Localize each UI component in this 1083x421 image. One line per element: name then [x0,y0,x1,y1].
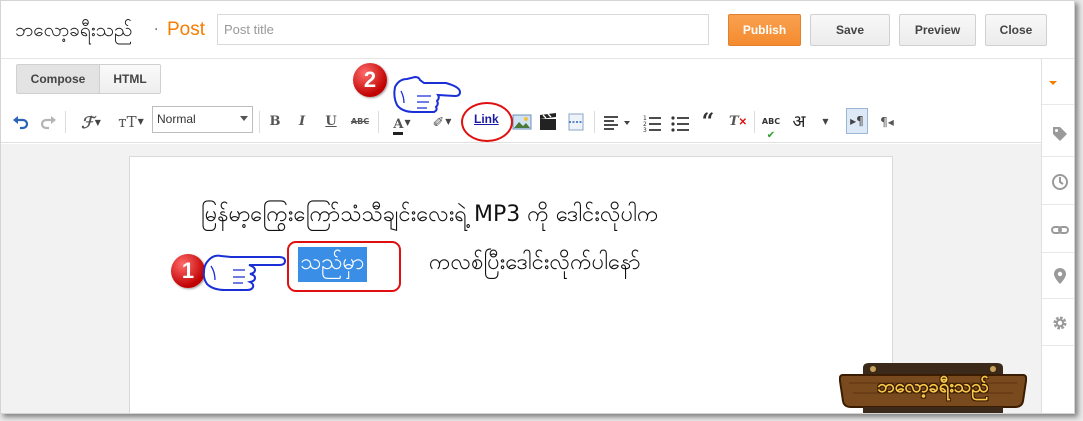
italic-icon[interactable]: I [293,111,311,133]
blogger-post-editor: ဘလော့ခရီးသည် · Post Publish Save Preview… [0,0,1075,414]
pointing-hand-icon [393,75,462,113]
sidebar-item-schedule[interactable] [1042,159,1074,205]
sidebar-item-labels[interactable] [1042,111,1074,157]
undo-icon[interactable] [11,111,31,133]
jump-break-icon[interactable] [566,111,586,133]
publish-button[interactable]: Publish [728,14,801,46]
tab-html[interactable]: HTML [100,65,160,93]
step-marker-2: 2 [353,63,387,97]
gear-icon [1053,316,1067,330]
link-icon [1051,226,1069,234]
image-icon[interactable] [512,111,532,133]
step-marker-1: 1 [171,254,205,288]
post-body-line-1: မြန်မာ့ကြွေးကြော်သံသီချင်းလေးရဲ့ MP3 ကို… [201,202,659,227]
save-button[interactable]: Save [810,14,890,46]
logo-text: ဘလော့ခရီးသည် [877,376,989,397]
sidebar-item-location[interactable] [1042,253,1074,299]
chevron-down-icon [240,116,248,121]
post-settings-arrow-icon [1049,81,1057,85]
clock-icon [1052,174,1068,190]
bullet-list-icon[interactable] [670,111,690,133]
toolbar-divider [754,111,755,133]
post-settings-sidebar [1041,59,1074,413]
tab-compose[interactable]: Compose [17,65,100,93]
post-label: Post [167,19,206,40]
blog-logo: ဘလော့ခရီးသည် [839,361,1027,413]
font-size-value: Normal [157,112,196,126]
redo-icon[interactable] [38,111,58,133]
location-icon [1054,268,1066,284]
sidebar-item-post-settings[interactable] [1042,59,1074,105]
font-size-select[interactable]: Normal [152,106,253,133]
rtl-icon[interactable]: ¶◂ [877,111,897,133]
transliteration-icon[interactable]: अ [788,111,810,133]
align-icon[interactable] [602,111,634,133]
close-button[interactable]: Close [985,14,1047,46]
numbered-list-icon[interactable]: 123 [642,111,662,133]
toolbar-divider [378,111,379,133]
font-family-icon[interactable]: ℱ▼ [73,111,109,133]
post-body-line-2: ကလစ်ပြီးဒေါင်းလိုက်ပါနော် [429,250,641,275]
label-icon [1053,127,1067,141]
editor-mode-tabs: Compose HTML [16,64,161,94]
toolbar-divider [259,111,260,133]
text-size-icon[interactable]: ᴛT▼ [113,111,149,133]
pointing-hand-icon [203,254,287,291]
toolbar-divider [594,111,595,133]
title-separator: · [154,22,159,38]
strikethrough-icon[interactable]: ABC [349,111,371,133]
video-icon[interactable] [538,111,558,133]
underline-icon[interactable]: U [322,111,340,133]
sidebar-item-permalink[interactable] [1042,207,1074,253]
bold-icon[interactable]: B [266,111,284,133]
sidebar-item-options[interactable] [1042,300,1074,346]
link-highlight-circle [461,102,513,142]
spellcheck-icon[interactable]: ABC ✔ [760,111,782,141]
blog-name[interactable]: ဘလော့ခရီးသည် [15,18,132,46]
transliteration-menu-icon[interactable]: ▼ [818,111,832,133]
ltr-icon[interactable]: ▸¶ [846,108,868,134]
editor-header: ဘလော့ခရီးသည် · Post Publish Save Preview… [1,1,1074,59]
preview-button[interactable]: Preview [899,14,976,46]
quote-icon[interactable]: “ [698,111,718,133]
post-title-input[interactable] [217,14,709,45]
toolbar-divider [65,111,66,133]
clear-formatting-icon[interactable]: T✕ [727,111,749,133]
selection-highlight-circle [287,241,401,292]
svg-text:3: 3 [643,127,647,133]
